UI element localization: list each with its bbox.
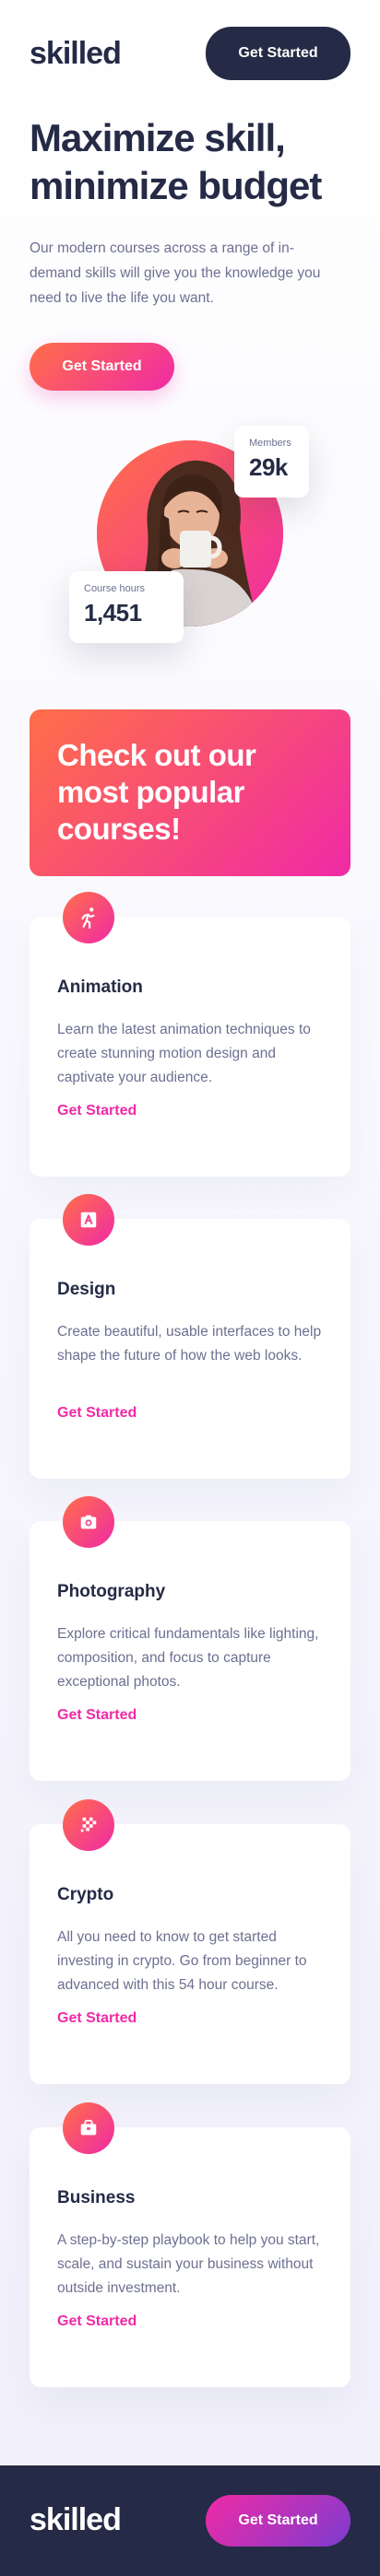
course-get-started-link[interactable]: Get Started (57, 1103, 137, 1119)
course-description: Create beautiful, usable interfaces to h… (57, 1324, 322, 1364)
hero-title: Maximize skill, minimize budget (30, 116, 322, 207)
crypto-grid-icon (63, 1799, 114, 1851)
hero-get-started-button[interactable]: Get Started (30, 343, 174, 391)
course-card-business: Business A step-by-step playbook to help… (30, 2102, 350, 2387)
running-figure-icon (63, 892, 114, 943)
hero-description: Our modern courses across a range of in-… (30, 240, 321, 306)
course-get-started-link[interactable]: Get Started (57, 1707, 137, 1724)
course-title: Photography (57, 1582, 166, 1601)
course-get-started-link[interactable]: Get Started (57, 2313, 137, 2330)
course-title: Design (57, 1280, 116, 1299)
skilled-logo[interactable]: skilled (30, 36, 122, 72)
members-stat-card: Members 29k (234, 426, 309, 498)
course-card-design: Design Create beautiful, usable interfac… (30, 1194, 350, 1479)
popular-courses-banner: Check out our most popular courses! (30, 709, 350, 876)
members-label: Members (249, 438, 291, 449)
briefcase-icon (63, 2102, 114, 2154)
design-app-icon (63, 1194, 114, 1246)
course-hours-label: Course hours (84, 583, 146, 594)
course-description: A step-by-step playbook to help you star… (57, 2232, 320, 2296)
course-get-started-link[interactable]: Get Started (57, 1405, 137, 1422)
course-description: Learn the latest animation techniques to… (57, 1022, 311, 1085)
course-hours-value: 1,451 (84, 599, 142, 626)
site-header: skilled Get Started (30, 26, 350, 81)
site-footer: skilled Get Started (0, 2465, 380, 2576)
header-get-started-button[interactable]: Get Started (206, 27, 350, 80)
course-title: Crypto (57, 1885, 114, 1904)
course-card-animation: Animation Learn the latest animation tec… (30, 892, 350, 1177)
camera-icon (63, 1496, 114, 1548)
course-title: Business (57, 2188, 136, 2207)
footer-skilled-logo[interactable]: skilled (30, 2502, 122, 2538)
hero-media: Members 29k Course hours 1,451 (0, 424, 380, 663)
course-description: Explore critical fundamentals like light… (57, 1626, 319, 1690)
footer-get-started-button[interactable]: Get Started (206, 2495, 350, 2547)
members-value: 29k (249, 453, 288, 481)
course-get-started-link[interactable]: Get Started (57, 2010, 137, 2027)
course-title: Animation (57, 978, 143, 997)
popular-courses-title: Check out our most popular courses! (57, 738, 256, 846)
course-card-crypto: Crypto All you need to know to get start… (30, 1799, 350, 2084)
course-card-photography: Photography Explore critical fundamental… (30, 1496, 350, 1781)
course-description: All you need to know to get started inve… (57, 1929, 307, 1993)
course-hours-stat-card: Course hours 1,451 (69, 571, 184, 643)
